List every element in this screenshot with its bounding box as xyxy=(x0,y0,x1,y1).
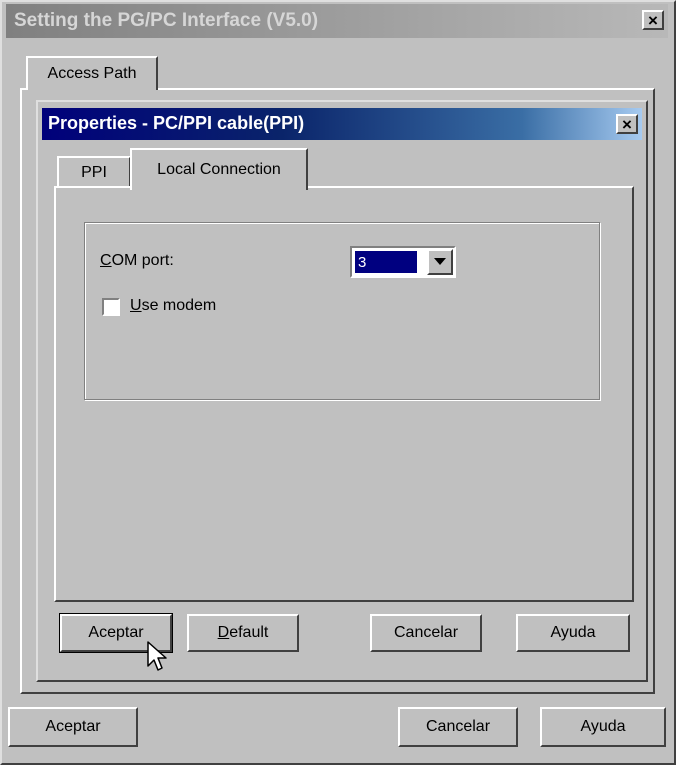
com-port-value: 3 xyxy=(354,250,418,274)
tab-local-connection[interactable]: Local Connection xyxy=(130,148,308,190)
outer-ok-button[interactable]: Aceptar xyxy=(8,707,138,747)
outer-cancel-button[interactable]: Cancelar xyxy=(398,707,518,747)
properties-dialog-title: Properties - PC/PPI cable(PPI) xyxy=(48,113,305,133)
tab-access-path[interactable]: Access Path xyxy=(26,56,158,90)
use-modem-checkbox[interactable] xyxy=(102,298,120,316)
close-icon: × xyxy=(648,10,658,30)
inner-cancel-label: Cancelar xyxy=(393,624,459,641)
outer-window-title: Setting the PG/PC Interface (V5.0) xyxy=(14,10,319,31)
tab-ppi[interactable]: PPI xyxy=(57,156,131,188)
com-port-select[interactable]: 3 xyxy=(350,246,456,278)
use-modem-label[interactable]: Use modem xyxy=(130,297,216,315)
default-label: Default xyxy=(217,624,269,641)
inner-help-button[interactable]: Ayuda xyxy=(516,614,630,652)
outer-titlebar[interactable]: Setting the PG/PC Interface (V5.0) × xyxy=(6,4,668,38)
properties-titlebar[interactable]: Properties - PC/PPI cable(PPI) × xyxy=(42,108,642,140)
outer-help-label: Ayuda xyxy=(580,718,626,735)
tab-local-connection-label: Local Connection xyxy=(157,161,281,178)
inner-ok-label: Aceptar xyxy=(88,624,144,641)
dropdown-arrow-icon xyxy=(434,258,446,265)
properties-close-button[interactable]: × xyxy=(616,114,638,134)
outer-close-button[interactable]: × xyxy=(642,10,664,30)
inner-cancel-button[interactable]: Cancelar xyxy=(370,614,482,652)
tab-access-path-label: Access Path xyxy=(47,65,137,82)
outer-help-button[interactable]: Ayuda xyxy=(540,707,666,747)
close-icon: × xyxy=(622,114,632,134)
com-port-dropdown-button[interactable] xyxy=(427,249,453,275)
com-port-label: COM port: xyxy=(100,252,174,269)
default-button[interactable]: Default xyxy=(187,614,299,652)
inner-help-label: Ayuda xyxy=(550,624,596,641)
outer-cancel-label: Cancelar xyxy=(425,718,491,735)
tab-ppi-label: PPI xyxy=(81,164,107,181)
outer-ok-label: Aceptar xyxy=(45,718,101,735)
mouse-pointer-icon xyxy=(147,641,167,671)
